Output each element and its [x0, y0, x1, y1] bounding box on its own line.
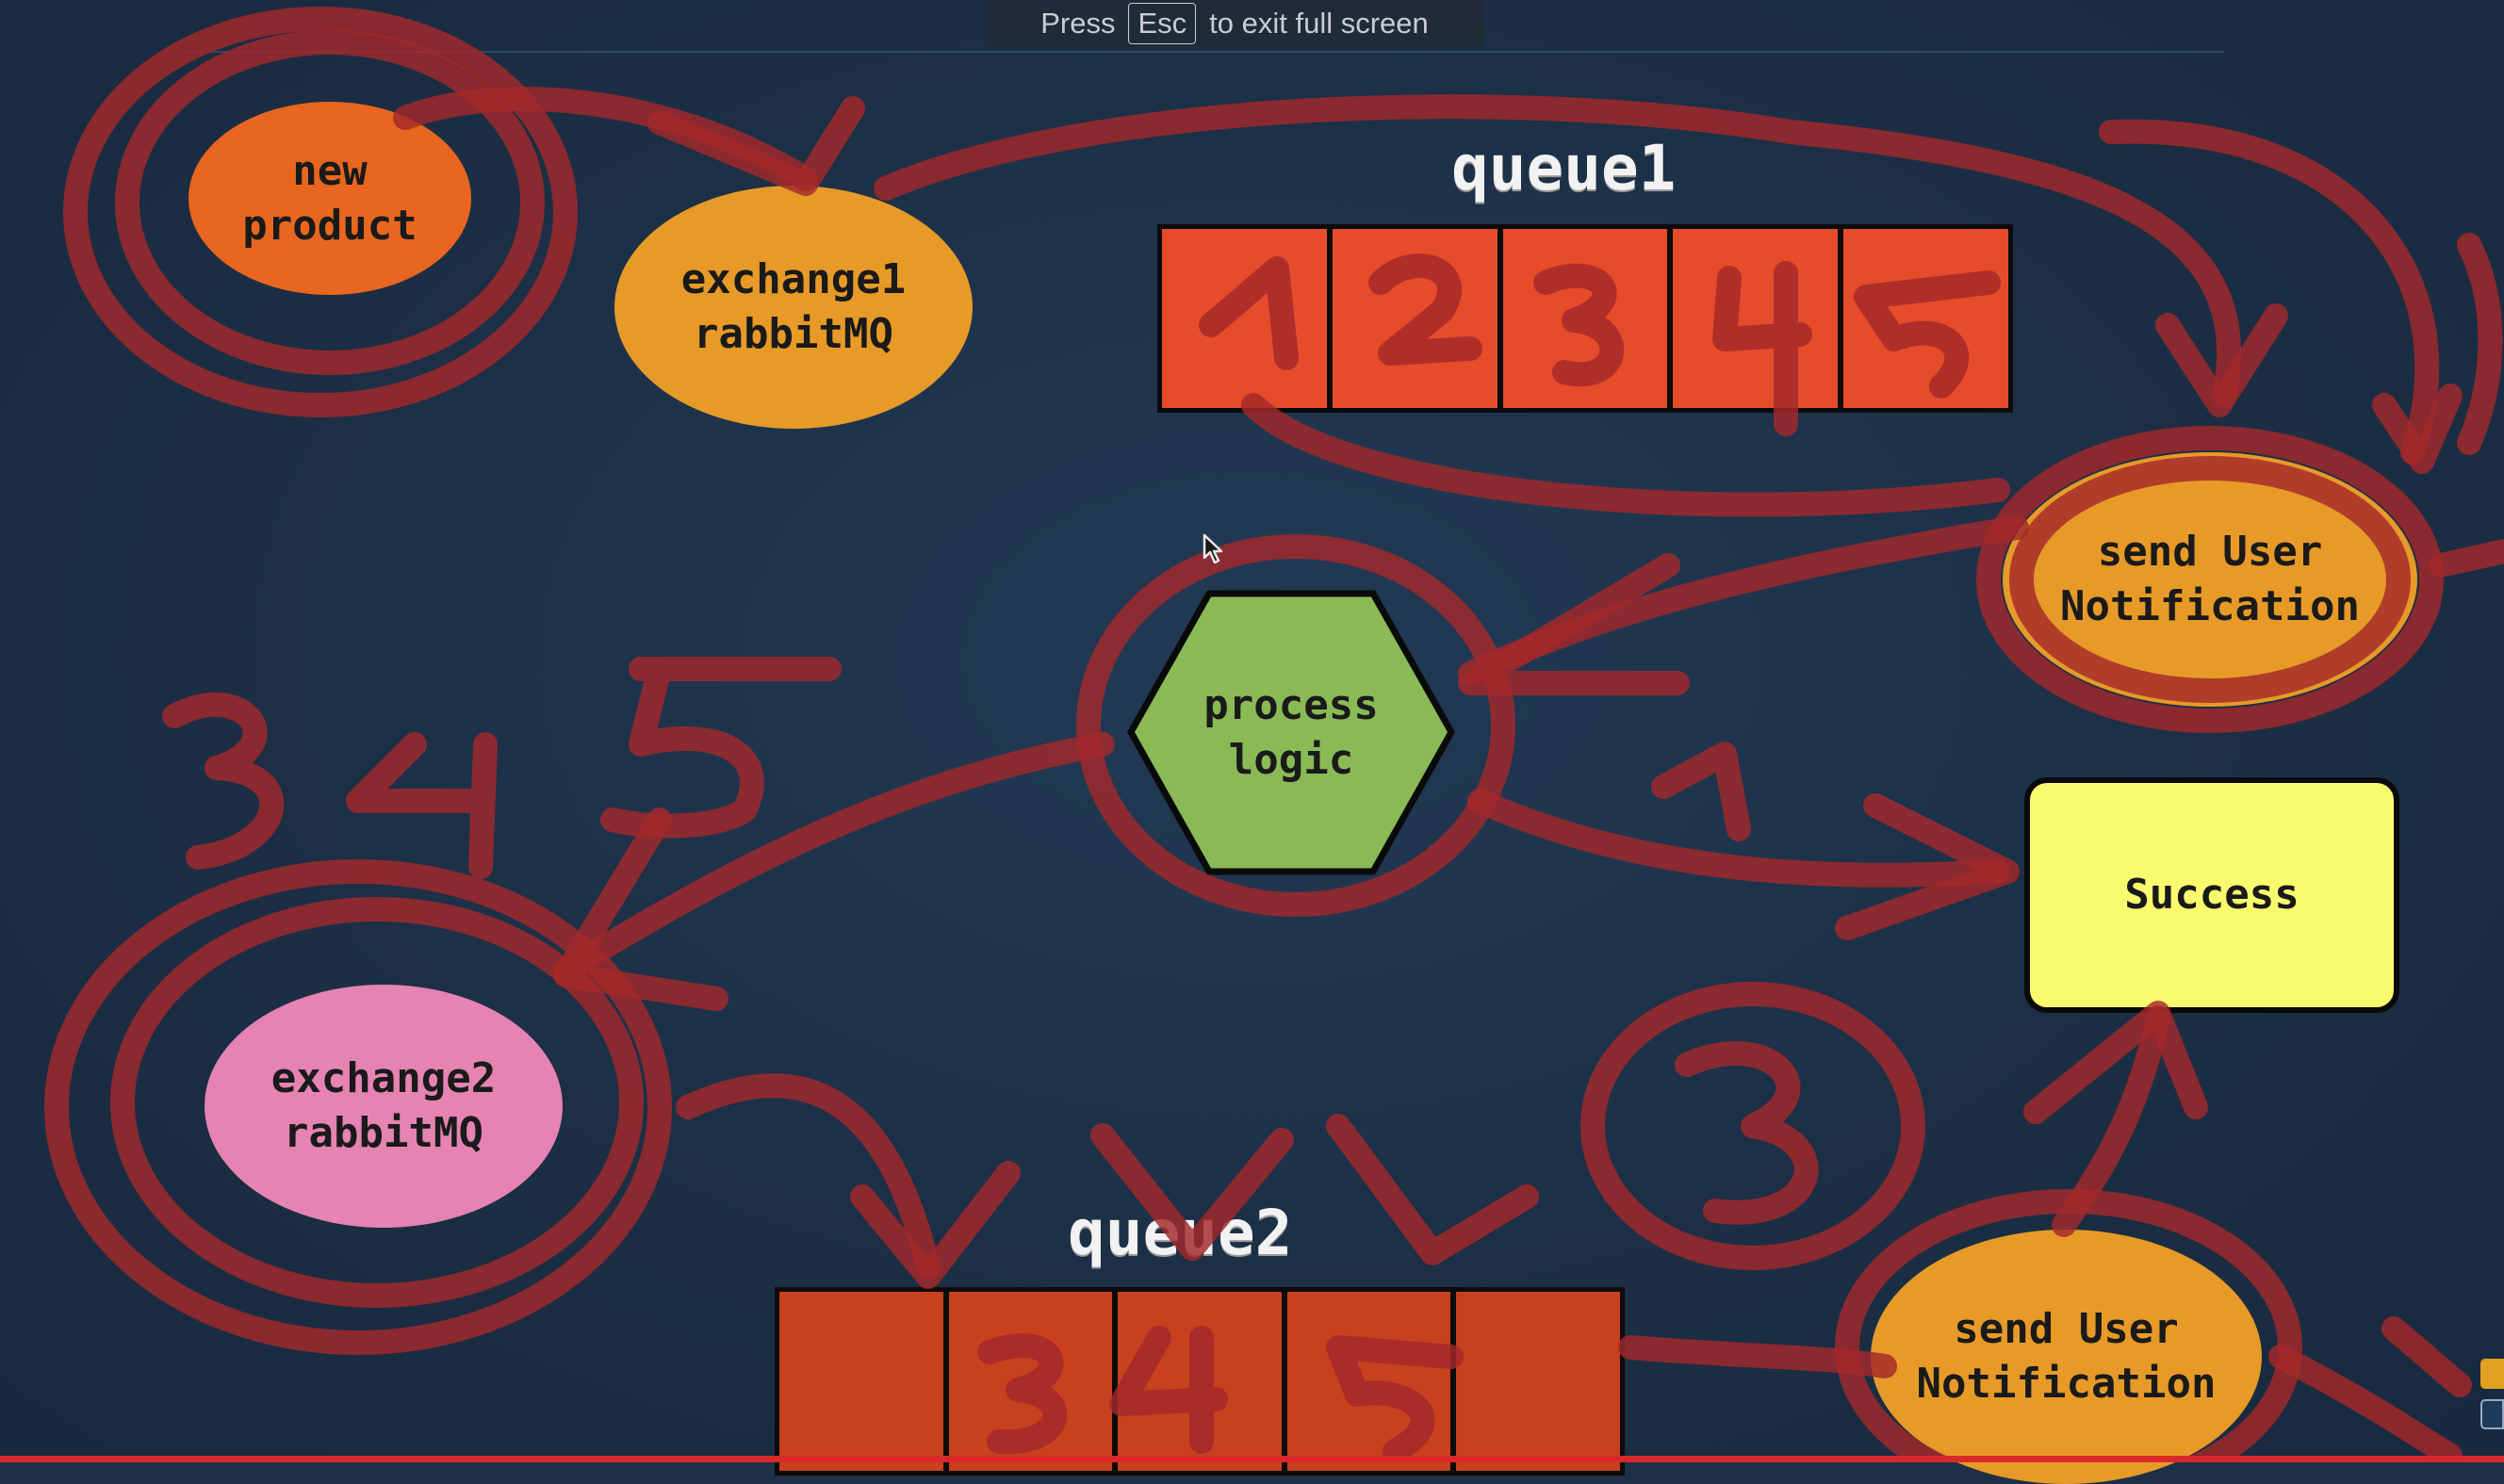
queue2 — [775, 1287, 1625, 1476]
ink-arrow — [1467, 789, 2010, 888]
diagram-canvas: new product exchange1 rabbitMQ queue1 pr… — [0, 0, 2504, 1484]
exchange2-node: exchange2 rabbitMQ — [205, 985, 563, 1228]
ink-arrow — [1458, 515, 2029, 686]
queue2-title: queue2 — [1068, 1197, 1293, 1269]
ink-arrow — [2457, 233, 2503, 455]
corner-widget[interactable] — [2480, 1359, 2504, 1389]
ink-arrow — [676, 1073, 941, 1280]
queue-slot — [779, 1292, 943, 1471]
queue-slot — [1456, 1292, 1620, 1471]
ink-number — [162, 693, 285, 870]
ink-number — [600, 657, 842, 839]
ink-arrow — [1618, 1335, 1897, 1378]
banner-prefix: Press — [1040, 7, 1116, 40]
divider — [179, 51, 2224, 53]
queue-slot — [1332, 229, 1497, 408]
ink-arrow — [2052, 1005, 2170, 1237]
send-user-notification-node-2: send User Notification — [1871, 1230, 2262, 1484]
ink-arrowhead — [850, 1161, 1021, 1289]
ink-arrow — [2268, 1345, 2463, 1462]
ink-arrow — [393, 87, 818, 191]
queue-slot — [1673, 229, 1839, 408]
ink-number — [346, 732, 498, 879]
queue1 — [1157, 224, 2013, 413]
queue-slot — [1162, 229, 1327, 408]
queue1-title: queue1 — [1451, 132, 1677, 204]
ink-arrowhead — [2155, 303, 2288, 417]
ink-arrowhead — [1326, 1114, 1539, 1265]
exchange1-node: exchange1 rabbitMQ — [614, 186, 973, 429]
success-node: Success — [2024, 777, 2399, 1013]
ink-arrowhead — [1835, 793, 2020, 940]
queue-slot — [1502, 229, 1668, 408]
queue-slot — [1286, 1292, 1451, 1471]
ink-arrowhead — [1458, 553, 1690, 695]
ink-arrowhead — [2023, 1001, 2208, 1124]
mouse-pointer-icon — [1203, 533, 1223, 564]
ink-number — [1675, 1041, 1819, 1225]
ink-arrowhead — [2372, 383, 2463, 474]
esc-key: Esc — [1128, 3, 1197, 44]
ink-arrow — [2429, 539, 2504, 578]
fullscreen-exit-banner: Press Esc to exit full screen — [985, 0, 1484, 47]
ink-arrow — [553, 732, 1115, 983]
banner-suffix: to exit full screen — [1209, 7, 1429, 40]
ink-arrowhead — [553, 807, 728, 1011]
ink-number — [1651, 742, 1751, 841]
ink-arrow — [1241, 393, 2010, 517]
queue-slot — [1118, 1292, 1282, 1471]
ink-arrowhead — [647, 96, 865, 196]
corner-widget[interactable] — [2480, 1399, 2504, 1429]
process-logic-node: process logic — [1126, 589, 1456, 876]
progress-bar — [0, 1456, 2504, 1462]
queue-slot — [1843, 229, 2008, 408]
process-logic-label: process logic — [1203, 680, 1379, 784]
queue-slot — [948, 1292, 1113, 1471]
new-product-node: new product — [188, 102, 471, 295]
ink-circle — [1580, 982, 1925, 1270]
ink-arrow — [2381, 1316, 2472, 1397]
send-user-notification-node-1: send User Notification — [2003, 452, 2417, 707]
ink-arrow — [2099, 119, 2440, 465]
